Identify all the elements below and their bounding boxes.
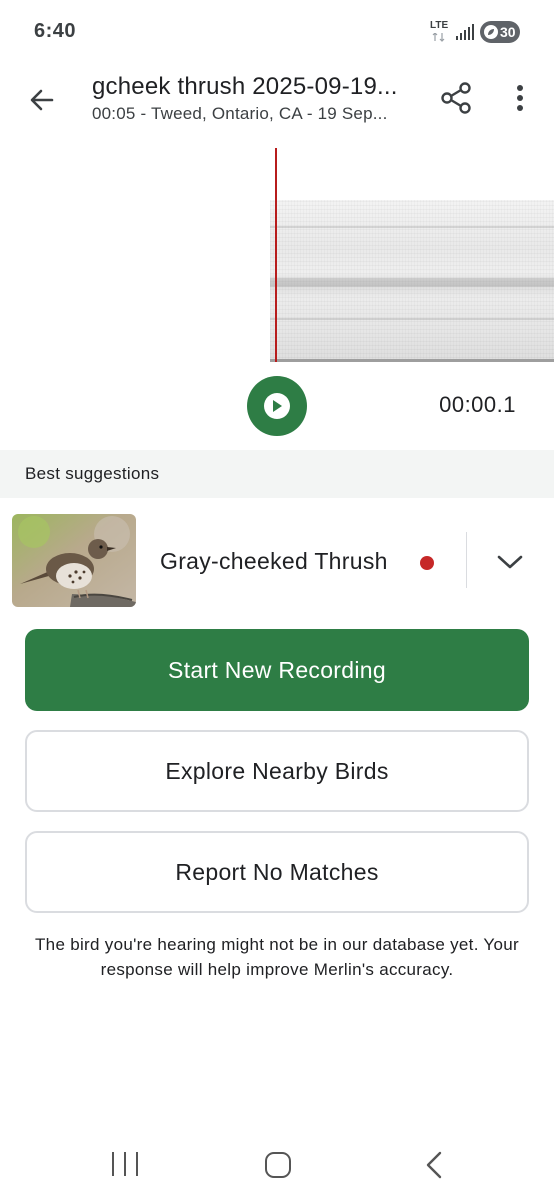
bird-name: Gray-cheeked Thrush <box>160 548 388 574</box>
app-bar: gcheek thrush 2025-09-19... 00:05 - Twee… <box>0 62 554 142</box>
share-button[interactable] <box>434 76 478 120</box>
home-button[interactable] <box>265 1152 291 1178</box>
battery-icon: 30 <box>480 21 520 43</box>
playback-time: 00:00.1 <box>439 392 516 417</box>
chevron-down-icon <box>497 555 523 569</box>
battery-level: 30 <box>500 24 516 40</box>
play-button[interactable] <box>247 376 307 436</box>
spectrogram-area[interactable] <box>0 142 554 366</box>
explore-nearby-birds-button[interactable]: Explore Nearby Birds <box>25 730 529 812</box>
bird-photo <box>12 514 136 607</box>
play-icon <box>264 393 290 419</box>
spectrogram-band <box>270 278 554 287</box>
arrow-back-icon <box>30 89 54 111</box>
spectrogram-band <box>270 226 554 228</box>
recent-apps-button[interactable] <box>112 1152 138 1178</box>
share-icon <box>441 82 471 114</box>
data-arrows-icon <box>432 33 445 42</box>
signal-icon <box>456 24 474 40</box>
recording-title-block: gcheek thrush 2025-09-19... 00:05 - Twee… <box>92 72 414 126</box>
playhead-line[interactable] <box>275 148 277 362</box>
network-icon: LTE <box>430 21 450 43</box>
status-icons: LTE 30 <box>430 20 520 44</box>
recording-title: gcheek thrush 2025-09-19... <box>92 73 398 100</box>
recording-subtitle: 00:05 - Tweed, Ontario, CA - 19 Sep... <box>92 104 388 123</box>
row-divider <box>466 532 467 588</box>
back-button[interactable] <box>20 78 64 122</box>
more-options-button[interactable] <box>500 76 540 120</box>
more-vert-icon <box>517 85 523 111</box>
battery-saver-icon <box>484 25 498 39</box>
spectrogram <box>270 200 554 362</box>
recent-sighting-dot <box>420 556 434 570</box>
network-label: LTE <box>430 20 449 31</box>
best-suggestions-header: Best suggestions <box>0 450 554 498</box>
expand-suggestion-button[interactable] <box>488 540 532 584</box>
sound-id-results-screen: 6:40 LTE 30 gcheek thrush 2025-09-19... … <box>0 0 554 1200</box>
report-no-matches-button[interactable]: Report No Matches <box>25 831 529 913</box>
section-header-label: Best suggestions <box>25 464 160 483</box>
spectrogram-band <box>270 318 554 320</box>
status-time: 6:40 <box>34 20 77 42</box>
report-info-text: The bird you're hearing might not be in … <box>35 935 519 979</box>
suggestion-row[interactable]: Gray-cheeked Thrush <box>0 508 554 614</box>
system-back-button[interactable] <box>424 1150 444 1180</box>
spectrogram-baseline <box>270 359 554 362</box>
playback-controls: 00:00.1 <box>0 366 554 448</box>
status-bar: 6:40 LTE 30 <box>0 0 554 62</box>
start-new-recording-button[interactable]: Start New Recording <box>25 629 529 711</box>
system-navigation-bar <box>0 1130 554 1200</box>
